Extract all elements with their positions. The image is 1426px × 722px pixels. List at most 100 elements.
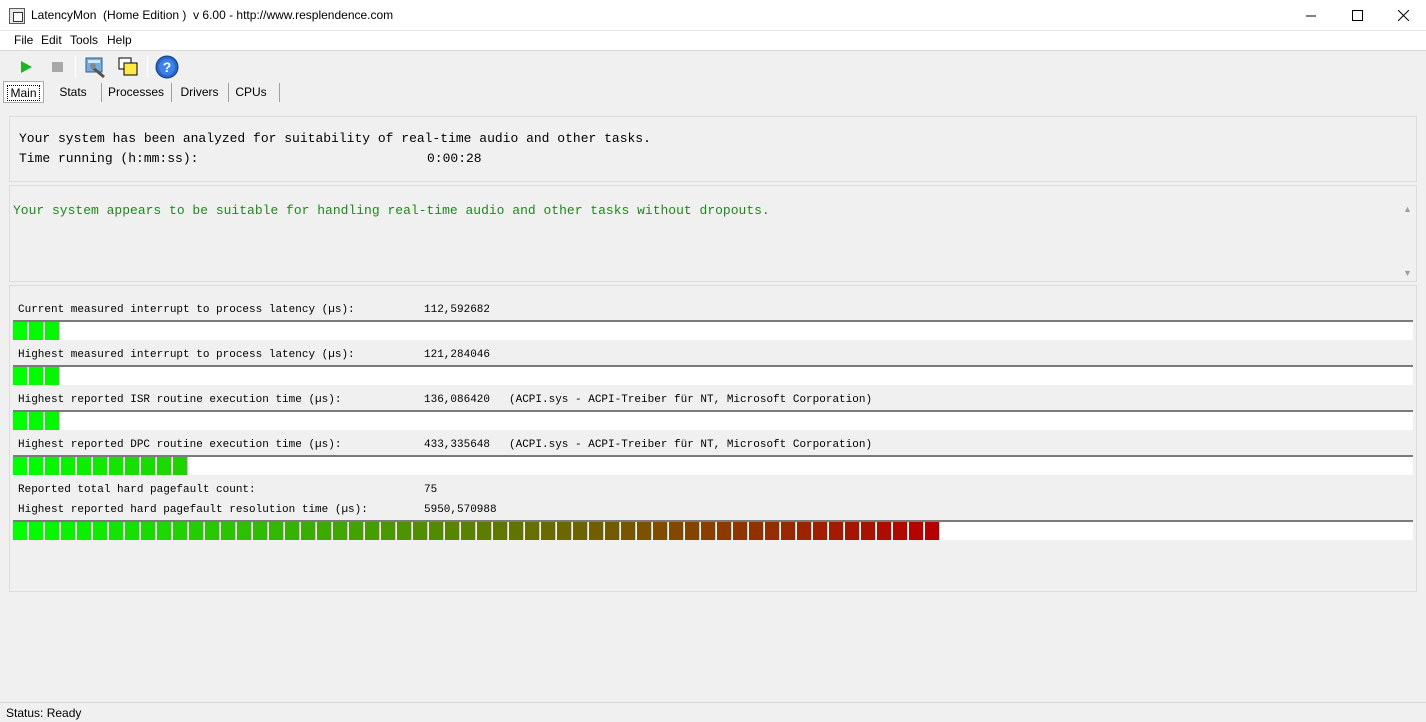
bar-segment	[29, 522, 44, 540]
toolbar-separator	[75, 56, 76, 78]
bar-segment	[877, 522, 892, 540]
bar-segment	[829, 522, 844, 540]
summary-panel: Your system has been analyzed for suitab…	[9, 116, 1417, 182]
bar-segment	[253, 522, 268, 540]
tab-separator	[279, 83, 280, 102]
bar-segment	[109, 522, 124, 540]
bar-segment	[509, 522, 524, 540]
bar-segment	[173, 457, 188, 475]
bar-segment	[861, 522, 876, 540]
bar-segment	[349, 522, 364, 540]
menu-file[interactable]: File	[14, 33, 33, 47]
tab-cpus[interactable]: CPUs	[229, 81, 273, 103]
conclusion-text: Your system appears to be suitable for h…	[13, 203, 770, 218]
bar-segment	[157, 522, 172, 540]
bar-segment	[45, 457, 60, 475]
bar-segment	[733, 522, 748, 540]
bar-segment	[141, 522, 156, 540]
bar-segment	[157, 457, 172, 475]
bar-segment	[685, 522, 700, 540]
bar-segment	[301, 522, 316, 540]
bar-segment	[45, 367, 60, 385]
bar-segment	[221, 522, 236, 540]
bar-segment	[765, 522, 780, 540]
bar-segment	[141, 457, 156, 475]
minimize-button[interactable]	[1288, 0, 1334, 30]
menu-edit[interactable]: Edit	[41, 33, 62, 47]
svg-text:?: ?	[163, 59, 172, 75]
tab-drivers[interactable]: Drivers	[172, 81, 227, 103]
metric-label: Highest reported ISR routine execution t…	[18, 394, 342, 406]
bar-segment	[13, 522, 28, 540]
bar-segment	[205, 522, 220, 540]
bar-segment	[189, 522, 204, 540]
conclusion-scrollbar[interactable]: ▲ ▼	[1399, 200, 1416, 280]
tab-stats[interactable]: Stats	[46, 81, 100, 103]
time-running-label: Time running (h:mm:ss):	[19, 151, 199, 166]
bar-segment	[717, 522, 732, 540]
conclusion-panel: Your system appears to be suitable for h…	[9, 185, 1417, 282]
latency-bar	[13, 410, 1413, 430]
bar-segment	[445, 522, 460, 540]
scroll-up-icon[interactable]: ▲	[1403, 204, 1412, 214]
tab-main[interactable]: Main	[3, 81, 44, 103]
metric-label: Highest measured interrupt to process la…	[18, 349, 355, 361]
bar-segment	[397, 522, 412, 540]
bar-segment	[653, 522, 668, 540]
bar-segment	[13, 367, 28, 385]
menu-tools[interactable]: Tools	[70, 33, 98, 47]
window-title: LatencyMon (Home Edition ) v 6.00 - http…	[31, 8, 394, 22]
metric-value: 136,086420	[424, 394, 491, 406]
bar-segment	[461, 522, 476, 540]
close-button[interactable]	[1380, 0, 1426, 30]
play-icon[interactable]	[14, 55, 38, 79]
metric-value: 75	[424, 484, 438, 496]
bar-segment	[173, 522, 188, 540]
latency-bar	[13, 320, 1413, 340]
latency-bar	[13, 520, 1413, 540]
maximize-button[interactable]	[1334, 0, 1380, 30]
metric-label: Current measured interrupt to process la…	[18, 304, 355, 316]
status-text: Status: Ready	[6, 706, 82, 720]
bar-segment	[477, 522, 492, 540]
bar-segment	[573, 522, 588, 540]
metric-value: 5950,570988	[424, 504, 497, 516]
wrench-icon[interactable]	[84, 55, 108, 79]
metrics-panel: Current measured interrupt to process la…	[9, 285, 1417, 592]
bar-segment	[269, 522, 284, 540]
bar-segment	[237, 522, 252, 540]
bar-segment	[621, 522, 636, 540]
help-icon[interactable]: ?	[155, 55, 179, 79]
tab-strip: Main Stats Processes Drivers CPUs	[0, 81, 1426, 103]
scroll-down-icon[interactable]: ▼	[1403, 268, 1412, 278]
bar-segment	[29, 412, 44, 430]
bar-segment	[365, 522, 380, 540]
title-bar: LatencyMon (Home Edition ) v 6.00 - http…	[0, 0, 1426, 31]
metric-label: Highest reported DPC routine execution t…	[18, 439, 342, 451]
latency-bar	[13, 365, 1413, 385]
metric-value: 112,592682	[424, 304, 491, 316]
bar-segment	[493, 522, 508, 540]
bar-segment	[605, 522, 620, 540]
bar-segment	[45, 412, 60, 430]
bar-segment	[429, 522, 444, 540]
bar-segment	[637, 522, 652, 540]
bar-segment	[13, 412, 28, 430]
stop-icon[interactable]	[46, 55, 70, 79]
windows-icon[interactable]	[116, 55, 140, 79]
bar-segment	[29, 457, 44, 475]
bar-segment	[749, 522, 764, 540]
bar-segment	[45, 322, 60, 340]
bar-segment	[77, 522, 92, 540]
bar-segment	[669, 522, 684, 540]
bar-segment	[781, 522, 796, 540]
tab-processes[interactable]: Processes	[102, 81, 170, 103]
bar-segment	[13, 322, 28, 340]
metric-value: 121,284046	[424, 349, 491, 361]
menu-help[interactable]: Help	[107, 33, 132, 47]
time-running-value: 0:00:28	[427, 151, 482, 166]
bar-segment	[525, 522, 540, 540]
metric-label: Highest reported hard pagefault resoluti…	[18, 504, 368, 516]
bar-segment	[317, 522, 332, 540]
bar-segment	[109, 457, 124, 475]
